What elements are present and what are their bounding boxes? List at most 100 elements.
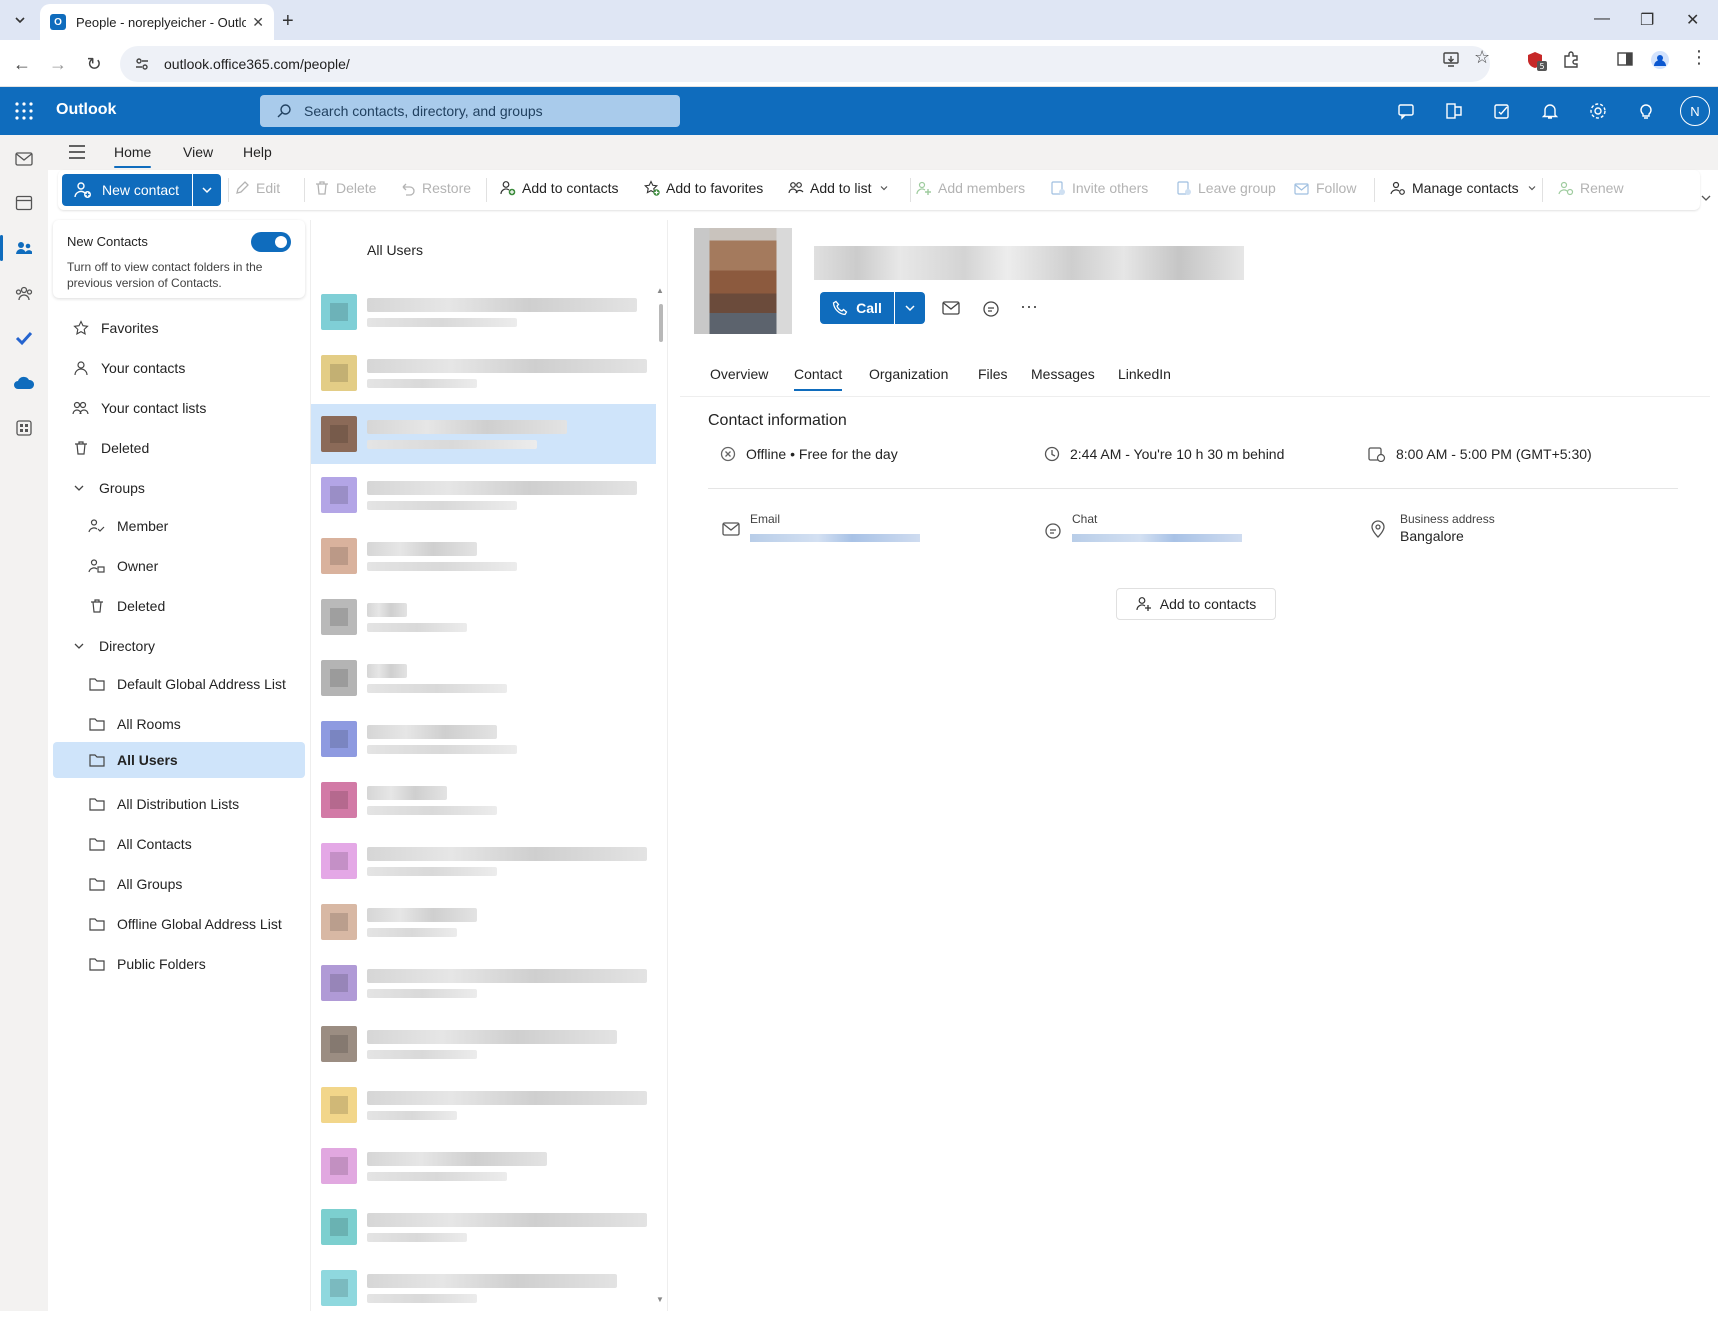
email-value-redacted[interactable] [750, 534, 920, 542]
delete-button[interactable]: Delete [314, 180, 376, 196]
new-contact-dropdown[interactable] [193, 174, 221, 206]
back-icon[interactable]: ← [10, 52, 34, 76]
extensions-puzzle-icon[interactable] [1562, 50, 1580, 68]
minimize-icon[interactable]: — [1594, 10, 1610, 28]
groups-icon[interactable] [12, 281, 36, 305]
scroll-up-arrow-icon[interactable]: ▲ [656, 286, 664, 295]
list-item[interactable] [311, 709, 656, 769]
nav-favorites[interactable]: Favorites [53, 310, 305, 346]
lightbulb-icon[interactable] [1636, 101, 1656, 121]
profile-icon[interactable] [1650, 50, 1670, 70]
site-info-icon[interactable] [134, 56, 150, 72]
new-tab-button[interactable]: + [282, 10, 294, 33]
account-avatar[interactable]: N [1680, 96, 1710, 126]
list-item[interactable] [311, 404, 656, 464]
address-bar[interactable]: outlook.office365.com/people/ [120, 46, 1490, 82]
browser-tab[interactable]: O People - noreplyeicher - Outlook ✕ [40, 4, 274, 40]
nav-your-contact-lists[interactable]: Your contact lists [53, 390, 305, 426]
add-members-button[interactable]: Add members [916, 180, 1025, 196]
gear-icon[interactable] [1588, 101, 1608, 121]
send-email-icon[interactable] [942, 300, 960, 316]
restore-button[interactable]: Restore [400, 180, 471, 196]
nav-your-contacts[interactable]: Your contacts [53, 350, 305, 386]
list-item[interactable] [311, 953, 656, 1013]
todo-checkmark-icon[interactable] [12, 326, 36, 350]
tab-contact[interactable]: Contact [794, 366, 843, 391]
tab-messages[interactable]: Messages [1031, 366, 1095, 382]
nav-groups-header[interactable]: Groups [53, 470, 305, 506]
tab-organization[interactable]: Organization [869, 366, 948, 382]
more-apps-icon[interactable] [12, 416, 36, 440]
nav-all-distribution-lists[interactable]: All Distribution Lists [53, 786, 305, 822]
my-day-icon[interactable] [1492, 101, 1512, 121]
tab-view[interactable]: View [183, 144, 213, 160]
call-button[interactable]: Call [820, 292, 894, 324]
add-to-list-button[interactable]: Add to list [788, 180, 889, 196]
app-launcher-icon[interactable] [14, 101, 34, 121]
browser-menu-icon[interactable]: ⋮ [1690, 47, 1708, 68]
extension-shield-icon[interactable]: 5 [1526, 50, 1548, 72]
follow-button[interactable]: Follow [1294, 180, 1356, 196]
renew-button[interactable]: Renew [1558, 180, 1624, 196]
nav-groups-deleted[interactable]: Deleted [53, 588, 305, 624]
edit-button[interactable]: Edit [234, 180, 280, 196]
list-item[interactable] [311, 343, 656, 403]
invite-others-button[interactable]: Invite others [1050, 180, 1148, 196]
chat-icon[interactable] [982, 300, 1000, 318]
list-item[interactable] [311, 1075, 656, 1135]
hamburger-menu-icon[interactable] [68, 145, 86, 159]
people-icon[interactable] [12, 236, 36, 260]
list-item[interactable] [311, 770, 656, 830]
install-app-icon[interactable] [1442, 50, 1460, 68]
list-item[interactable] [311, 892, 656, 952]
list-item[interactable] [311, 465, 656, 525]
search-box[interactable]: Search contacts, directory, and groups [260, 95, 680, 127]
list-item[interactable] [311, 1197, 656, 1257]
office-apps-icon[interactable] [1444, 101, 1464, 121]
mail-icon[interactable] [12, 147, 36, 171]
add-to-contacts-button[interactable]: Add to contacts [500, 180, 619, 196]
list-item[interactable] [311, 1014, 656, 1074]
outlook-brand[interactable]: Outlook [56, 101, 116, 119]
nav-deleted[interactable]: Deleted [53, 430, 305, 466]
chat-value-redacted[interactable] [1072, 534, 1242, 542]
tab-linkedin[interactable]: LinkedIn [1118, 366, 1171, 382]
ribbon-overflow-chevron-icon[interactable] [1700, 192, 1712, 204]
nav-offline-global-address-list[interactable]: Offline Global Address List [53, 906, 305, 942]
add-to-favorites-button[interactable]: Add to favorites [644, 180, 763, 196]
side-panel-icon[interactable] [1616, 50, 1634, 68]
restore-window-icon[interactable]: ❐ [1640, 10, 1654, 30]
nav-all-users[interactable]: All Users [53, 742, 305, 778]
list-item[interactable] [311, 526, 656, 586]
close-window-icon[interactable]: ✕ [1686, 10, 1699, 30]
list-item[interactable] [311, 1136, 656, 1196]
nav-groups-member[interactable]: Member [53, 508, 305, 544]
more-options-icon[interactable]: ··· [1020, 296, 1038, 317]
reload-icon[interactable]: ↻ [82, 52, 106, 76]
nav-public-folders[interactable]: Public Folders [53, 946, 305, 982]
tab-home[interactable]: Home [114, 144, 152, 168]
tab-files[interactable]: Files [978, 366, 1008, 382]
calendar-icon[interactable] [12, 191, 36, 215]
tab-close-icon[interactable]: ✕ [252, 14, 264, 31]
nav-default-global-address-list[interactable]: Default Global Address List [53, 666, 305, 702]
list-item[interactable] [311, 282, 656, 342]
chat-field[interactable]: Chat [1072, 512, 1242, 542]
email-field[interactable]: Email [750, 512, 920, 542]
add-to-contacts-detail-button[interactable]: Add to contacts [1116, 588, 1276, 620]
leave-group-button[interactable]: Leave group [1176, 180, 1276, 196]
call-dropdown[interactable] [895, 292, 925, 324]
nav-all-contacts[interactable]: All Contacts [53, 826, 305, 862]
teams-chat-icon[interactable] [1396, 101, 1416, 121]
list-scrollbar-thumb[interactable] [659, 304, 663, 342]
nav-all-rooms[interactable]: All Rooms [53, 706, 305, 742]
nav-directory-header[interactable]: Directory [53, 628, 305, 664]
tab-search-button[interactable] [8, 8, 32, 32]
list-item[interactable] [311, 831, 656, 891]
onedrive-cloud-icon[interactable] [12, 371, 36, 395]
nav-all-groups[interactable]: All Groups [53, 866, 305, 902]
scroll-down-arrow-icon[interactable]: ▼ [656, 1295, 664, 1304]
list-item[interactable] [311, 587, 656, 647]
bell-icon[interactable] [1540, 101, 1560, 121]
list-item[interactable] [311, 648, 656, 708]
